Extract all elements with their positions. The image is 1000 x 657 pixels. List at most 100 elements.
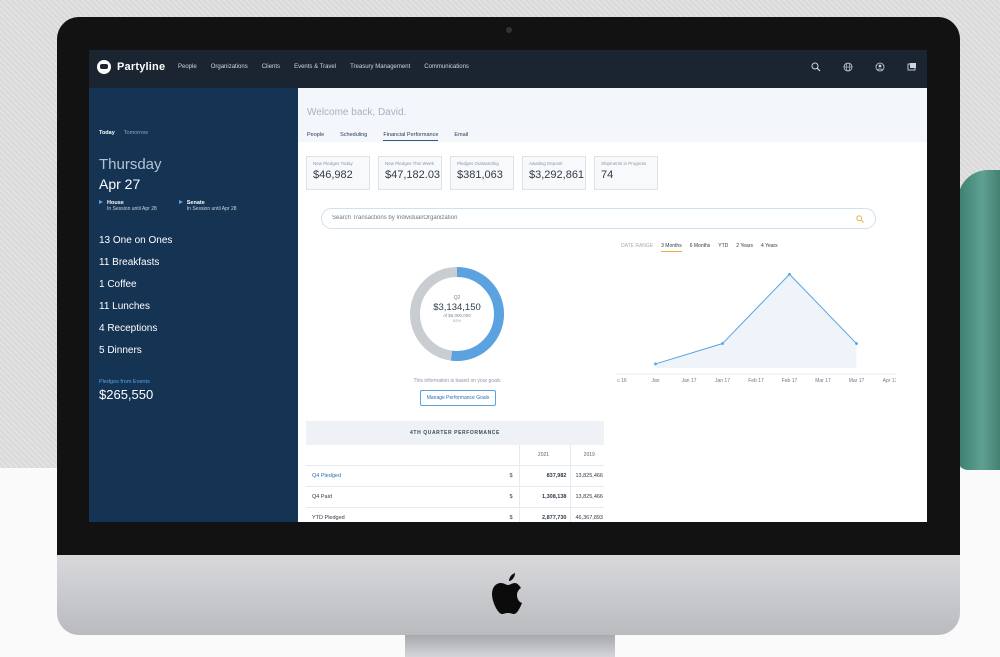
kpi-card[interactable]: Pledges Outstanding $381,063 bbox=[450, 156, 514, 190]
donut-center: Q2 $3,134,150 of $6,000,000 52% bbox=[408, 295, 506, 323]
range-2-years[interactable]: 2 Years bbox=[736, 243, 753, 252]
x-tick-label: Jan bbox=[651, 378, 659, 384]
transaction-search bbox=[321, 208, 876, 229]
camera-icon bbox=[506, 27, 512, 33]
tab-scheduling[interactable]: Scheduling bbox=[340, 132, 367, 141]
globe-icon[interactable] bbox=[843, 62, 853, 72]
chamber-session: In Session until Apr 28 bbox=[186, 206, 237, 212]
brand-name: Partyline bbox=[117, 61, 166, 73]
x-tick-label: Feb 17 bbox=[782, 378, 798, 384]
apple-logo-icon bbox=[492, 573, 522, 614]
kpi-label: Pledges Outstanding bbox=[457, 161, 499, 166]
kpi-card[interactable]: New Pledges Today $46,982 bbox=[306, 156, 370, 190]
search-icon[interactable] bbox=[811, 62, 821, 72]
chart-point[interactable] bbox=[855, 342, 858, 345]
nav-item-clients[interactable]: Clients bbox=[262, 64, 280, 70]
tab-today[interactable]: Today bbox=[99, 130, 115, 136]
nav-item-organizations[interactable]: Organizations bbox=[211, 64, 248, 70]
kpi-card[interactable]: New Pledges This Week $47,182.03 bbox=[378, 156, 442, 190]
search-icon[interactable] bbox=[856, 215, 864, 223]
nav-item-people[interactable]: People bbox=[178, 64, 197, 70]
brand[interactable]: Partyline bbox=[97, 60, 165, 74]
event-lunches[interactable]: 11 Lunches bbox=[99, 300, 172, 322]
brand-logo-icon bbox=[97, 60, 111, 74]
value-2021: 1,308,138 bbox=[518, 486, 571, 508]
sidebar: Today Tomorrow Thursday Apr 27 House In … bbox=[89, 88, 298, 522]
date-range-tabs: DATE RANGE 3 Months 6 Months YTD 2 Years… bbox=[621, 243, 778, 252]
app-screen: Partyline People Organizations Clients E… bbox=[89, 50, 927, 522]
range-3-months[interactable]: 3 Months bbox=[661, 243, 682, 252]
chart-point[interactable] bbox=[788, 272, 791, 276]
currency-symbol: $ bbox=[508, 507, 520, 522]
day-tabs: Today Tomorrow bbox=[99, 130, 148, 136]
pledges-label: Pledges from Events bbox=[99, 379, 150, 385]
search-input[interactable] bbox=[332, 215, 832, 221]
row-label: YTD Pledged bbox=[306, 507, 509, 522]
donut-value: $3,134,150 bbox=[433, 302, 481, 313]
tab-financial-performance[interactable]: Financial Performance bbox=[383, 132, 439, 141]
year-header: 2019 bbox=[570, 445, 604, 466]
pledges-value: $265,550 bbox=[99, 387, 154, 402]
manage-goals-button[interactable]: Manage Performance Goals bbox=[420, 390, 496, 406]
performance-title: 4TH QUARTER PERFORMANCE bbox=[306, 421, 604, 445]
background-statue bbox=[958, 170, 1000, 470]
tab-tomorrow[interactable]: Tomorrow bbox=[124, 130, 148, 136]
event-breakfasts[interactable]: 11 Breakfasts bbox=[99, 256, 172, 278]
kpi-value: 74 bbox=[601, 169, 614, 181]
event-coffee[interactable]: 1 Coffee bbox=[99, 278, 172, 300]
x-tick-label: Mar 17 bbox=[815, 378, 831, 384]
chart-point[interactable] bbox=[721, 342, 724, 345]
kpi-label: Awaiting Deposit bbox=[529, 161, 563, 166]
tab-email[interactable]: Email bbox=[454, 132, 468, 141]
event-list: 13 One on Ones 11 Breakfasts 1 Coffee 11… bbox=[99, 234, 172, 366]
x-tick-label: c 16 bbox=[617, 378, 627, 384]
x-tick-label: Mar 17 bbox=[849, 378, 865, 384]
value-2021: 837,982 bbox=[518, 465, 571, 487]
pledges-line-chart: c 16 Jan Jan 17 Jan 17 Feb 17 Feb 17 Mar 17 Mar… bbox=[616, 272, 896, 384]
x-tick-label: Feb 17 bbox=[748, 378, 764, 384]
chamber-house: House In Session until Apr 28 bbox=[99, 200, 157, 212]
row-label-link[interactable]: Q4 Pledged bbox=[306, 465, 509, 487]
flag-icon bbox=[99, 200, 103, 204]
tab-people[interactable]: People bbox=[307, 132, 324, 141]
value-2019: 13,825,466 bbox=[570, 486, 604, 508]
kpi-label: New Pledges Today bbox=[313, 161, 353, 166]
kpi-label: New Pledges This Week bbox=[385, 161, 434, 166]
kpi-label: Shipments in Progress bbox=[601, 161, 647, 166]
chart-area bbox=[655, 274, 857, 368]
nav-menu: People Organizations Clients Events & Tr… bbox=[178, 64, 469, 70]
range-ytd[interactable]: YTD bbox=[718, 243, 728, 252]
event-dinners[interactable]: 5 Dinners bbox=[99, 344, 172, 366]
chamber-session: In Session until Apr 28 bbox=[107, 206, 157, 212]
window-icon[interactable] bbox=[907, 62, 917, 72]
value-2019: 46,367,893 bbox=[570, 507, 604, 522]
top-navigation: Partyline People Organizations Clients E… bbox=[89, 50, 927, 88]
user-icon[interactable] bbox=[875, 62, 885, 72]
chart-point[interactable] bbox=[654, 362, 657, 366]
donut-period: Q2 bbox=[453, 295, 461, 301]
table-row: Q4 Paid $ 1,308,138 13,825,466 bbox=[306, 486, 604, 508]
main-header: Welcome back, David. People Scheduling F… bbox=[298, 88, 927, 142]
kpi-card[interactable]: Awaiting Deposit $3,292,861 bbox=[522, 156, 586, 190]
nav-item-events-travel[interactable]: Events & Travel bbox=[294, 64, 336, 70]
donut-percent: 52% bbox=[452, 318, 461, 323]
currency-symbol: $ bbox=[508, 465, 520, 487]
nav-item-treasury[interactable]: Treasury Management bbox=[350, 64, 410, 70]
main-tabs: People Scheduling Financial Performance … bbox=[307, 132, 468, 141]
table-row: Q4 Pledged $ 837,982 13,825,466 bbox=[306, 465, 604, 487]
nav-icons bbox=[811, 62, 917, 72]
kpi-value: $46,982 bbox=[313, 169, 353, 181]
performance-table: 2021 2019 Q4 Pledged $ 837,982 13,825,46… bbox=[306, 445, 604, 522]
x-tick-label: Jan 17 bbox=[715, 378, 730, 384]
event-one-on-ones[interactable]: 13 One on Ones bbox=[99, 234, 172, 256]
flag-icon bbox=[178, 200, 183, 204]
kpi-value: $3,292,861 bbox=[529, 169, 585, 181]
kpi-value: $47,182.03 bbox=[385, 169, 441, 181]
range-6-months[interactable]: 6 Months bbox=[690, 243, 711, 252]
nav-item-communications[interactable]: Communications bbox=[424, 64, 469, 70]
event-receptions[interactable]: 4 Receptions bbox=[99, 322, 172, 344]
kpi-card[interactable]: Shipments in Progress 74 bbox=[594, 156, 658, 190]
date: Apr 27 bbox=[99, 176, 141, 192]
range-4-years[interactable]: 4 Years bbox=[761, 243, 778, 252]
kpi-cards: New Pledges Today $46,982 New Pledges Th… bbox=[306, 156, 658, 190]
